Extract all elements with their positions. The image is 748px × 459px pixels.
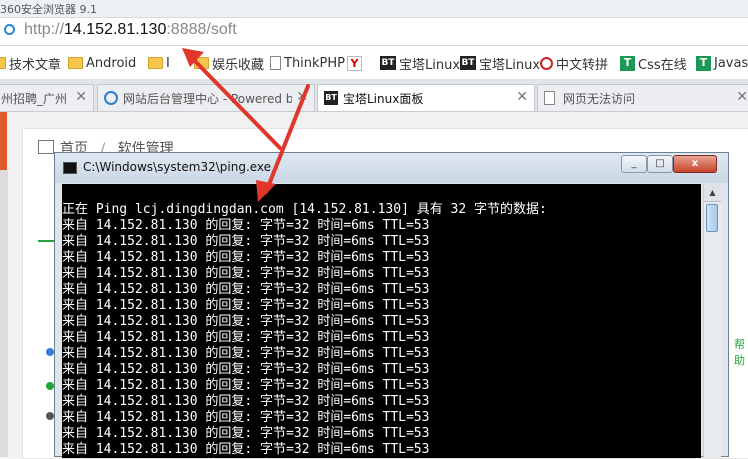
tab[interactable]: 州招聘_广州 ✕: [0, 84, 94, 111]
console-line: 来自 14.152.81.130 的回复: 字节=32 时间=6ms TTL=5…: [62, 378, 430, 393]
bookmarks-bar: 技术文章 Android I 娱乐收藏 ThinkPHP Y BT 宝塔Linux…: [0, 46, 748, 80]
close-button[interactable]: x: [673, 155, 717, 173]
bookmark-item[interactable]: T Css在线: [620, 54, 687, 73]
console-line: 来自 14.152.81.130 的回复: 字节=32 时间=6ms TTL=5…: [62, 314, 430, 329]
bookmark-item[interactable]: 娱乐收藏: [194, 54, 265, 73]
console-line: 来自 14.152.81.130 的回复: 字节=32 时间=6ms TTL=5…: [62, 218, 430, 233]
tab[interactable]: 网页无法访问 ✕: [537, 84, 748, 111]
bookmark-label: 宝塔Linux: [479, 57, 541, 73]
bookmark-label: ThinkPHP: [284, 55, 346, 71]
status-dot: [46, 348, 54, 356]
url-field[interactable]: http://14.152.81.130:8888/soft: [24, 21, 237, 39]
scroll-thumb[interactable]: [706, 204, 718, 232]
tabs-bar: 州招聘_广州 ✕ 网站后台管理中心 - Powered b ✕ BT 宝塔Lin…: [0, 80, 748, 112]
bookmark-label: Css在线: [638, 57, 687, 73]
console-line: 来自 14.152.81.130 的回复: 字节=32 时间=6ms TTL=5…: [62, 266, 430, 281]
url-scheme: http://: [24, 21, 65, 38]
tab-label: 宝塔Linux面板: [343, 92, 424, 106]
console-line: 来自 14.152.81.130 的回复: 字节=32 时间=6ms TTL=5…: [62, 298, 430, 313]
browser-title: 360安全浏览器 9.1: [0, 3, 97, 16]
bookmark-label: 中文转拼: [556, 57, 609, 73]
bookmark-item[interactable]: I: [148, 54, 170, 72]
status-dot: [46, 412, 54, 420]
folder-icon: [194, 57, 209, 69]
close-icon[interactable]: ✕: [516, 89, 528, 105]
folder-icon: [68, 57, 83, 69]
console-line: 来自 14.152.81.130 的回复: 字节=32 时间=6ms TTL=5…: [62, 426, 430, 441]
close-icon[interactable]: ✕: [736, 89, 748, 105]
ie-icon: [104, 91, 118, 105]
cmd-titlebar[interactable]: C:\Windows\system32\ping.exe _ □ x: [55, 153, 728, 183]
scrollbar[interactable]: ▲: [703, 184, 721, 458]
scroll-up-arrow-icon[interactable]: ▲: [704, 184, 721, 202]
tab[interactable]: 网站后台管理中心 - Powered b ✕: [97, 84, 315, 111]
page-icon: [544, 91, 555, 105]
close-icon[interactable]: ✕: [292, 89, 308, 105]
loading-icon: [4, 24, 15, 35]
tool-icon: T: [696, 55, 711, 71]
tab-label: 网页无法访问: [563, 92, 636, 106]
url-host: 14.152.81.130: [64, 21, 167, 38]
tab-label: 网站后台管理中心 - Powered b: [123, 92, 294, 106]
console-icon: [63, 162, 77, 174]
minimize-button[interactable]: _: [621, 155, 647, 173]
bookmark-item[interactable]: 中文转拼: [540, 54, 609, 73]
bookmark-item[interactable]: BT 宝塔Linux: [460, 54, 541, 73]
console-line: 来自 14.152.81.130 的回复: 字节=32 时间=6ms TTL=5…: [62, 362, 430, 377]
sidebar-accent: [0, 112, 7, 170]
console-line: 来自 14.152.81.130 的回复: 字节=32 时间=6ms TTL=5…: [62, 346, 430, 361]
console-line: 来自 14.152.81.130 的回复: 字节=32 时间=6ms TTL=5…: [62, 234, 430, 249]
tab-label: 州招聘_广州: [1, 92, 68, 106]
bookmark-item[interactable]: 技术文章: [0, 54, 62, 73]
bt-icon: BT: [324, 91, 338, 105]
close-icon[interactable]: ✕: [75, 89, 87, 105]
bt-icon: BT: [460, 56, 476, 70]
cmd-title: C:\Windows\system32\ping.exe: [83, 160, 272, 174]
bookmark-item[interactable]: T Javas: [696, 54, 748, 72]
tool-icon: T: [620, 55, 635, 71]
help-link[interactable]: 帮助: [734, 336, 748, 368]
console-line: 来自 14.152.81.130 的回复: 字节=32 时间=6ms TTL=5…: [62, 442, 430, 457]
bookmark-label: 技术文章: [9, 57, 62, 73]
console-line: 正在 Ping lcj.dingdingdan.com [14.152.81.1…: [62, 202, 547, 217]
console-lines: 正在 Ping lcj.dingdingdan.com [14.152.81.1…: [62, 202, 547, 458]
url-path: :8888/soft: [166, 21, 237, 38]
cmd-window[interactable]: C:\Windows\system32\ping.exe _ □ x 正在 Pi…: [54, 152, 729, 458]
folder-icon: [148, 57, 163, 69]
console-line: 来自 14.152.81.130 的回复: 字节=32 时间=6ms TTL=5…: [62, 282, 430, 297]
bookmark-item[interactable]: BT 宝塔Linux: [380, 54, 461, 73]
bookmark-item[interactable]: Y: [347, 54, 365, 72]
bt-icon: BT: [380, 56, 396, 70]
circle-icon: [540, 56, 553, 70]
console-line: 来自 14.152.81.130 的回复: 字节=32 时间=6ms TTL=5…: [62, 250, 430, 265]
status-dot: [46, 382, 54, 390]
folder-icon: [0, 57, 6, 69]
address-bar[interactable]: http://14.152.81.130:8888/soft: [0, 18, 748, 46]
console-output[interactable]: 正在 Ping lcj.dingdingdan.com [14.152.81.1…: [62, 184, 701, 458]
home-icon[interactable]: [38, 140, 54, 154]
console-line: 来自 14.152.81.130 的回复: 字节=32 时间=6ms TTL=5…: [62, 394, 430, 409]
bookmark-item[interactable]: ThinkPHP: [270, 54, 345, 72]
tab-active[interactable]: BT 宝塔Linux面板 ✕: [317, 84, 535, 111]
bookmark-label: 娱乐收藏: [212, 57, 265, 73]
page-icon: [270, 56, 281, 70]
console-line: 来自 14.152.81.130 的回复: 字节=32 时间=6ms TTL=5…: [62, 410, 430, 425]
sidebar-strip: [0, 170, 8, 457]
bookmark-label: Javas: [714, 55, 748, 71]
console-line: 来自 14.152.81.130 的回复: 字节=32 时间=6ms TTL=5…: [62, 330, 430, 345]
bookmark-label: 宝塔Linux: [399, 57, 461, 73]
yahoo-icon: Y: [347, 55, 362, 71]
bookmark-label: I: [166, 55, 170, 71]
browser-title-strip: 360安全浏览器 9.1: [0, 0, 748, 18]
maximize-button[interactable]: □: [647, 155, 673, 173]
bookmark-item[interactable]: Android: [68, 54, 136, 72]
bookmark-label: Android: [86, 55, 137, 71]
